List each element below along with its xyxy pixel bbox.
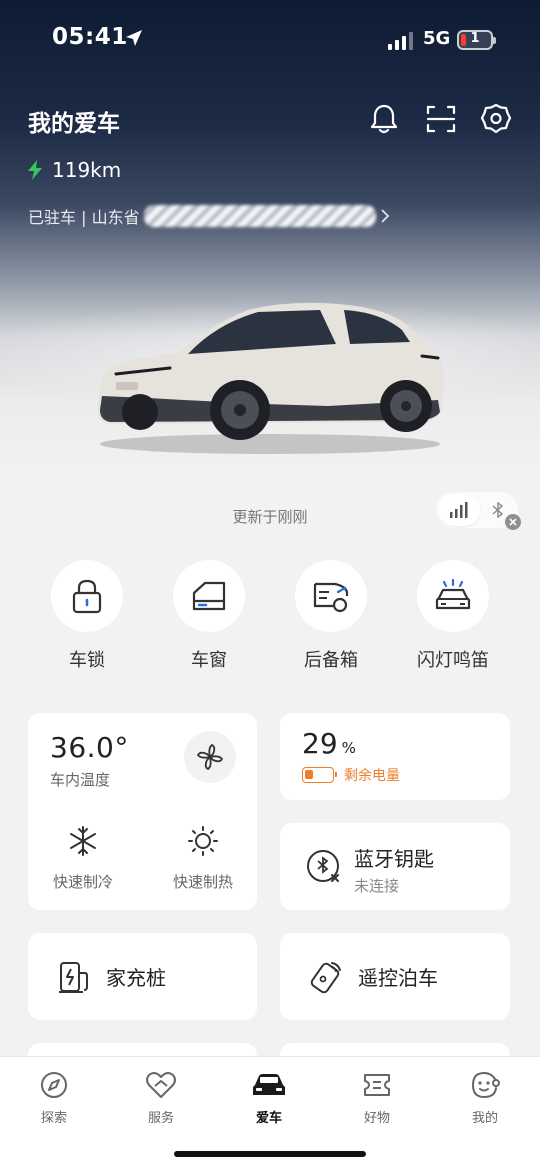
battery-level-icon (302, 767, 337, 783)
scan-icon[interactable] (425, 102, 457, 136)
action-trunk[interactable]: 后备箱 (276, 560, 386, 672)
bluetooth-key-title: 蓝牙钥匙 (354, 847, 434, 871)
tab-car[interactable]: 爱车 (229, 1067, 309, 1126)
flash-horn-button[interactable] (417, 560, 489, 632)
lightning-bolt-icon (28, 160, 42, 180)
explore-icon (41, 1072, 67, 1098)
window-button[interactable] (173, 560, 245, 632)
battery-card[interactable]: 29% 剩余电量 (280, 713, 510, 800)
status-time: 05:41 (52, 24, 128, 50)
car-icon (253, 1074, 285, 1095)
driving-range: 119km (28, 158, 121, 182)
battery-level-fill (305, 770, 313, 779)
parking-location[interactable]: 已驻车 | 山东省 (28, 204, 390, 228)
window-icon (192, 581, 226, 611)
bluetooth-icon (492, 502, 504, 518)
lock-button[interactable] (51, 560, 123, 632)
status-bar: 05:41 5G 1 (0, 24, 540, 58)
charger-icon (59, 961, 88, 993)
remote-key-icon (310, 961, 341, 993)
tab-shop-label: 好物 (363, 1111, 390, 1126)
quick-cool-label: 快速制冷 (52, 873, 113, 891)
cellular-signal-icon (388, 32, 413, 50)
home-charger-label: 家充桩 (106, 966, 166, 990)
home-charger-card[interactable]: 家充桩 (28, 933, 257, 1020)
flash-horn-label: 闪灯鸣笛 (417, 650, 489, 671)
profile-icon (471, 1071, 500, 1099)
range-value: 119km (52, 158, 122, 182)
snowflake-icon (70, 826, 96, 856)
tab-service-label: 服务 (147, 1111, 174, 1126)
fan-button[interactable] (184, 731, 236, 783)
remote-parking-card[interactable]: 遥控泊车 (280, 933, 510, 1020)
redacted-address (143, 205, 376, 227)
trunk-label: 后备箱 (304, 650, 358, 671)
tab-car-label: 爱车 (255, 1111, 282, 1126)
bell-icon[interactable] (368, 102, 400, 136)
vehicle-image (97, 302, 444, 454)
climate-card[interactable]: 36.0° 车内温度 快速制冷 快速制热 (28, 713, 257, 910)
quick-cool-button[interactable]: 快速制冷 (38, 825, 128, 892)
cellular-mode-button[interactable] (438, 494, 480, 526)
page-title: 我的爱车 (28, 111, 120, 137)
cabin-temperature: 36.0° (50, 731, 129, 764)
close-icon[interactable] (505, 514, 521, 530)
location-text: 已驻车 | 山东省 (28, 208, 140, 227)
signal-bars-icon (450, 502, 468, 518)
tab-explore[interactable]: 探索 (14, 1067, 94, 1126)
home-indicator (174, 1151, 366, 1157)
lock-label: 车锁 (69, 650, 105, 671)
tab-profile[interactable]: 我的 (445, 1067, 525, 1126)
flash-horn-icon (435, 578, 471, 610)
trunk-icon (313, 582, 349, 613)
tab-explore-label: 探索 (40, 1111, 67, 1126)
remote-parking-label: 遥控泊车 (358, 966, 438, 990)
battery-level-text: 1 (470, 31, 480, 46)
window-label: 车窗 (191, 650, 227, 671)
service-icon (146, 1072, 176, 1098)
battery-percent: 29% (302, 727, 356, 760)
tab-service[interactable]: 服务 (121, 1067, 201, 1126)
battery-indicator: 1 (457, 30, 496, 50)
cabin-temperature-label: 车内温度 (50, 771, 111, 789)
lock-icon (72, 579, 102, 614)
bluetooth-disconnected-icon (307, 850, 339, 882)
settings-gear-icon[interactable] (480, 102, 512, 136)
quick-heat-label: 快速制热 (172, 873, 233, 891)
bluetooth-key-card[interactable]: 蓝牙钥匙 未连接 (280, 823, 510, 910)
car-hero (0, 0, 540, 560)
quick-heat-button[interactable]: 快速制热 (158, 825, 248, 892)
action-window[interactable]: 车窗 (154, 560, 264, 672)
fan-icon (196, 743, 224, 771)
location-arrow-icon (126, 30, 142, 46)
shop-icon (364, 1074, 390, 1096)
chevron-right-icon (380, 209, 389, 223)
action-flash-horn[interactable]: 闪灯鸣笛 (398, 560, 508, 672)
tab-profile-label: 我的 (471, 1111, 498, 1126)
tab-shop[interactable]: 好物 (337, 1067, 417, 1126)
bluetooth-key-status: 未连接 (354, 877, 400, 895)
trunk-button[interactable] (295, 560, 367, 632)
battery-remaining: 剩余电量 (302, 765, 400, 785)
action-lock[interactable]: 车锁 (32, 560, 142, 672)
sun-icon (188, 826, 218, 856)
battery-value: 29 (302, 727, 338, 760)
network-type: 5G (423, 28, 451, 49)
battery-unit: % (341, 739, 356, 757)
battery-remaining-label: 剩余电量 (344, 768, 400, 784)
